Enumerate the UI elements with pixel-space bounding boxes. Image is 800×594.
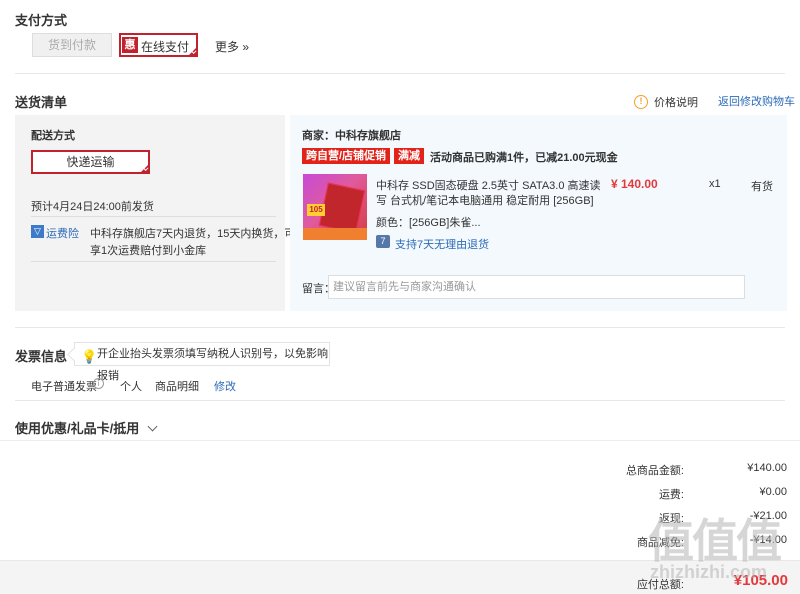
- back-to-cart-link[interactable]: 返回修改购物车: [718, 93, 795, 109]
- product-quantity: x1: [709, 178, 721, 190]
- checkout-page: { "payment": { "title": "支付方式", "cod_lab…: [0, 0, 800, 594]
- promo-tag-self: 跨自营/店铺促销: [302, 148, 391, 164]
- total-label: 总商品金额:: [625, 465, 684, 477]
- divider: [0, 440, 800, 441]
- stock-status: 有货: [751, 181, 773, 193]
- product-image[interactable]: 105: [303, 174, 367, 240]
- invoice-person: 个人: [120, 381, 142, 393]
- selected-check-icon: [140, 164, 149, 173]
- invoice-type: 电子普通发票: [31, 381, 97, 393]
- invoice-edit-link[interactable]: 修改: [214, 378, 236, 394]
- divider: [15, 400, 785, 401]
- price-info-link[interactable]: 价格说明: [654, 94, 698, 110]
- freight-label: 运费:: [658, 489, 684, 501]
- product-color: 颜色：[256GB]朱雀...: [376, 217, 481, 229]
- freight-value: ¥0.00: [759, 486, 787, 498]
- coupon-toggle[interactable]: 使用优惠/礼品卡/抵用: [15, 418, 158, 437]
- insurance-text-line1: 中科存旗舰店7天内退货，15天内换货，可: [90, 228, 296, 240]
- watermark-url: zhizhizhi.com: [650, 562, 767, 582]
- delivery-title: 配送方式: [31, 130, 75, 142]
- divider: [31, 216, 276, 217]
- lightbulb-icon: 💡: [81, 349, 98, 364]
- divider: [15, 73, 785, 74]
- note-input[interactable]: 建议留言前先与商家沟通确认: [328, 275, 745, 299]
- coupon-title: 使用优惠/礼品卡/抵用: [15, 421, 140, 436]
- express-delivery-label: 快递运输: [66, 155, 115, 169]
- invoice-detail: 商品明细: [155, 381, 199, 393]
- divider: [15, 327, 785, 328]
- invoice-title: 发票信息: [15, 349, 68, 364]
- info-icon: !: [634, 93, 648, 109]
- insurance-icon: ▽: [31, 225, 44, 238]
- total-value: ¥140.00: [747, 462, 787, 474]
- promo-text: 活动商品已购满1件，已减21.00元现金: [430, 152, 618, 164]
- info-icon[interactable]: i: [93, 378, 104, 389]
- delivery-estimate: 预计4月24日24:00前发货: [31, 201, 154, 213]
- product-image-badge: 105: [307, 204, 325, 216]
- chevron-down-icon: [147, 421, 158, 432]
- product-name-line2[interactable]: 写 台式机/笔记本电脑通用 稳定耐用 [256GB]: [376, 192, 594, 208]
- product-price: ¥ 140.00: [611, 177, 658, 191]
- express-delivery-button[interactable]: 快递运输: [31, 150, 150, 174]
- shipping-title: 送货清单: [15, 95, 68, 110]
- cod-button[interactable]: 货到付款: [32, 33, 112, 57]
- return-policy-text: 支持7天无理由退货: [395, 239, 490, 251]
- online-pay-button[interactable]: 惠 在线支付: [119, 33, 198, 57]
- selected-check-icon: [188, 47, 197, 56]
- return-policy-icon: 7: [376, 235, 390, 248]
- online-pay-label: 在线支付: [141, 40, 190, 54]
- invoice-tip: 💡 开企业抬头发票须填写纳税人识别号，以免影响报销: [74, 342, 330, 382]
- insurance-link[interactable]: 运费险: [46, 225, 79, 241]
- payment-title: 支付方式: [15, 13, 68, 28]
- discount-badge: 惠: [122, 37, 138, 53]
- divider: [31, 261, 276, 262]
- promo-tag-discount: 满减: [394, 148, 424, 164]
- product-name-line1[interactable]: 中科存 SSD固态硬盘 2.5英寸 SATA3.0 高速读: [376, 177, 601, 193]
- insurance-text-line2: 享1次运费赔付到小金库: [90, 245, 207, 257]
- seller-name: 商家：中科存旗舰店: [302, 130, 401, 142]
- more-payment-link[interactable]: 更多 »: [215, 38, 249, 55]
- invoice-tip-text: 开企业抬头发票须填写纳税人识别号，以免影响报销: [97, 348, 328, 382]
